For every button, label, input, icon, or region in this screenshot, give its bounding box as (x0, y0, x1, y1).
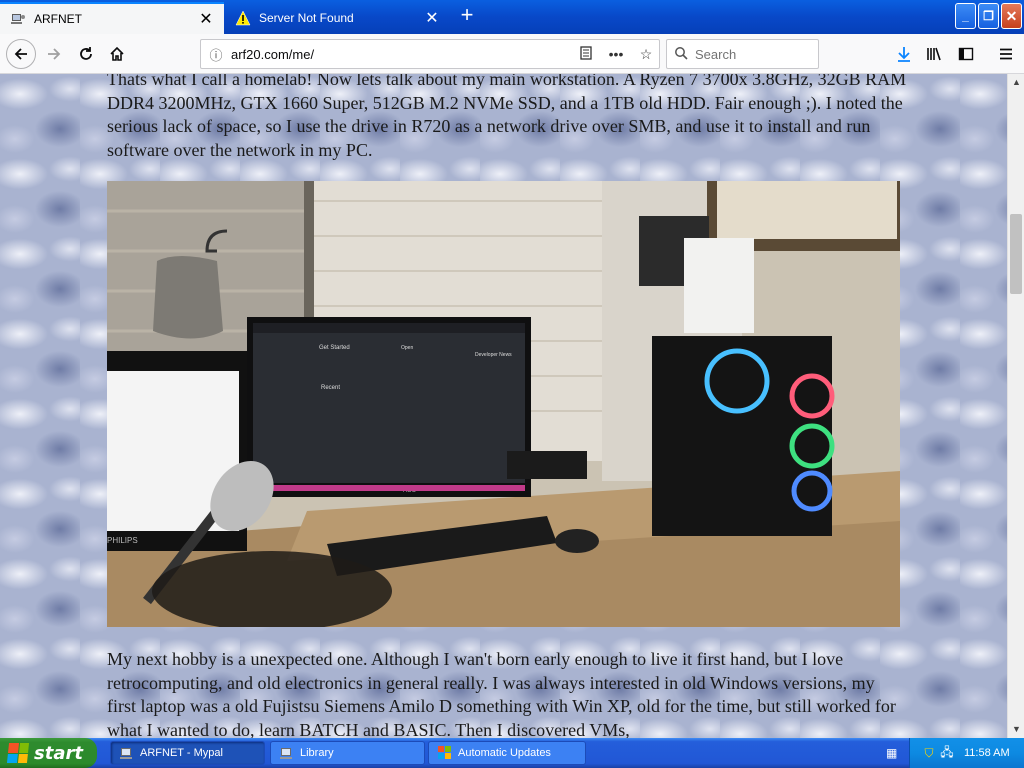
tab-bar: ARFNET ✕ Server Not Found ✕ + _ ❐ ✕ (0, 0, 1024, 34)
close-window-button[interactable]: ✕ (1001, 3, 1022, 29)
article: Thats what I call a homelab! Now lets ta… (107, 74, 907, 738)
reload-button[interactable] (72, 40, 100, 68)
security-shield-icon[interactable]: ⛉ (920, 746, 938, 761)
reader-view-icon[interactable] (573, 45, 599, 63)
hamburger-icon (1000, 48, 1012, 60)
library-button[interactable] (920, 40, 948, 68)
taskbar-item-automatic-updates[interactable]: Automatic Updates (428, 741, 586, 765)
paragraph-retrocomputing: My next hobby is a unexpected one. Altho… (107, 649, 896, 738)
close-tab-icon[interactable]: ✕ (194, 9, 218, 29)
search-placeholder: Search (695, 46, 737, 62)
back-button[interactable] (6, 39, 36, 69)
paragraph-workstation: Thats what I call a homelab! Now lets ta… (107, 74, 907, 160)
start-label: start (34, 742, 83, 764)
warning-icon (235, 10, 251, 26)
taskbar-item-label: Automatic Updates (458, 747, 551, 759)
address-bar[interactable]: ⓘ arf20.com/me/ ••• ☆ (200, 39, 660, 69)
laptop-brand-text: PHILIPS (107, 536, 138, 545)
home-button[interactable] (103, 40, 131, 68)
screen-text: Get Started (319, 345, 350, 351)
scroll-down-icon[interactable]: ▼ (1008, 721, 1024, 738)
new-tab-button[interactable]: + (455, 4, 479, 28)
windows-logo-icon (6, 743, 30, 763)
bookmark-star-icon[interactable]: ☆ (633, 46, 659, 63)
downloads-button[interactable] (890, 40, 918, 68)
library-icon (279, 745, 295, 761)
tab-title: ARFNET (34, 12, 82, 26)
tab-arfnet[interactable]: ARFNET ✕ (0, 2, 224, 34)
tab-title: Server Not Found (259, 11, 354, 25)
url-text[interactable]: arf20.com/me/ (231, 47, 573, 62)
library-icon (927, 47, 941, 61)
keyboard-layout-icon[interactable]: ▦ (886, 746, 897, 760)
taskbar-item-label: Library (300, 747, 334, 759)
search-box[interactable]: Search (666, 39, 819, 69)
hamburger-menu-button[interactable] (992, 40, 1020, 68)
workstation-photo: PHILIPS Get Started Recent Open Develope… (107, 181, 900, 627)
site-favicon-icon (10, 11, 26, 27)
arrow-left-icon (14, 48, 27, 60)
search-icon (667, 46, 695, 63)
close-tab-icon[interactable]: ✕ (420, 8, 444, 28)
clock[interactable]: 11:58 AM (964, 747, 1010, 759)
navigation-toolbar: ⓘ arf20.com/me/ ••• ☆ Search (0, 34, 1024, 74)
home-icon (110, 46, 124, 61)
system-tray: ⛉ 🖧 11:58 AM (909, 738, 1024, 768)
sidebar-button[interactable] (952, 40, 980, 68)
screen-text: Open (401, 345, 413, 351)
scrollbar-thumb[interactable] (1010, 214, 1022, 294)
start-button[interactable]: start (0, 738, 97, 768)
taskbar-item-arfnet[interactable]: ARFNET - Mypal (110, 741, 265, 765)
page-actions-icon[interactable]: ••• (599, 46, 633, 62)
screen-text: Recent (321, 385, 340, 391)
maximize-button[interactable]: ❐ (978, 3, 999, 29)
reload-icon (80, 47, 92, 60)
info-icon[interactable]: ⓘ (201, 45, 231, 64)
forward-button[interactable] (40, 40, 68, 68)
taskbar-item-label: ARFNET - Mypal (140, 747, 223, 759)
arrow-right-icon (48, 48, 61, 60)
browser-icon (119, 745, 135, 761)
taskbar: start ARFNET - Mypal Library Automatic U… (0, 738, 1024, 768)
tab-server-not-found[interactable]: Server Not Found ✕ (225, 2, 450, 34)
taskbar-item-library[interactable]: Library (270, 741, 425, 765)
page-content: Thats what I call a homelab! Now lets ta… (0, 74, 1007, 738)
minimize-button[interactable]: _ (955, 3, 976, 29)
vertical-scrollbar[interactable]: ▲ ▼ (1007, 74, 1024, 738)
network-icon[interactable]: 🖧 (938, 743, 956, 764)
sidebar-icon (958, 47, 974, 61)
scroll-up-icon[interactable]: ▲ (1008, 74, 1024, 91)
browser-window: ARFNET ✕ Server Not Found ✕ + _ ❐ ✕ ⓘ ar… (0, 0, 1024, 768)
windows-update-icon (437, 745, 453, 761)
screen-text: Developer News (475, 352, 512, 358)
download-icon (898, 47, 910, 62)
